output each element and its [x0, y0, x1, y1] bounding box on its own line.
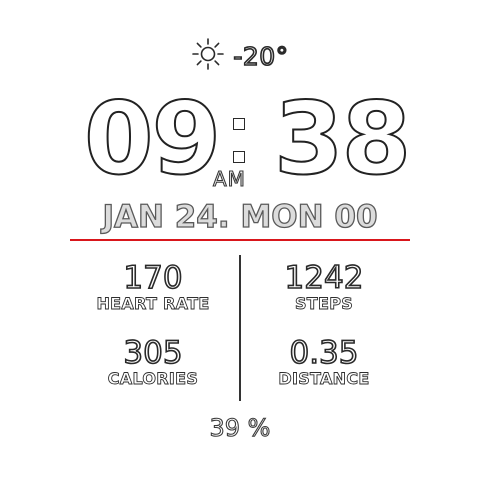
weather-widget[interactable]: -20°	[0, 38, 480, 74]
heart-rate-label: HEART RATE	[96, 294, 210, 313]
battery-level: 39 %	[209, 413, 271, 442]
heart-rate-complication[interactable]: 170 HEART RATE	[53, 260, 253, 313]
distance-complication[interactable]: 0.35 DISTANCE	[224, 335, 424, 388]
steps-value: 1242	[284, 260, 365, 296]
distance-label: DISTANCE	[278, 369, 370, 388]
time-colon-bottom	[233, 151, 245, 163]
calories-label: CALORIES	[107, 369, 199, 388]
time-minute: 38	[273, 80, 412, 197]
ampm-indicator: AM	[212, 167, 246, 191]
steps-complication[interactable]: 1242 STEPS	[224, 260, 424, 313]
date-label: JAN 24. MON 00	[102, 198, 378, 235]
temperature: -20°	[233, 41, 289, 72]
heart-rate-value: 170	[123, 260, 184, 296]
watch-face: -20° 09 AM 38 JAN 24. MON 00 170 HEART R…	[0, 0, 480, 480]
distance-value: 0.35	[289, 335, 360, 371]
steps-label: STEPS	[294, 294, 354, 313]
accent-divider	[70, 239, 410, 241]
sun-icon	[191, 37, 225, 75]
time-colon-top	[233, 118, 245, 130]
calories-complication[interactable]: 305 CALORIES	[53, 335, 253, 388]
time-hour: 09	[83, 80, 222, 197]
calories-value: 305	[123, 335, 184, 371]
